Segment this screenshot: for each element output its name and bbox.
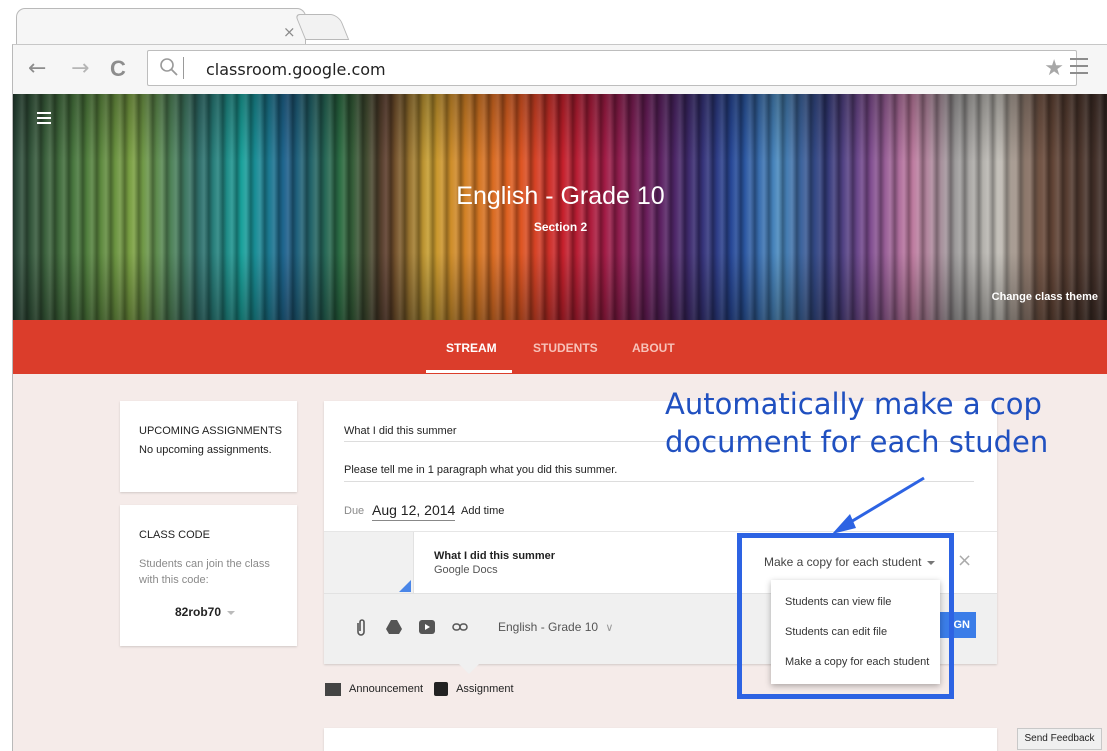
callout-line-1: Automatically make a cop (665, 387, 1042, 421)
reload-icon[interactable]: C (110, 56, 126, 82)
annotation-highlight-box (737, 533, 954, 699)
doc-thumbnail[interactable] (324, 532, 414, 594)
upcoming-heading: UPCOMING ASSIGNMENTS (139, 425, 283, 437)
announcement-icon[interactable] (325, 682, 341, 696)
class-select-text: English - Grade 10 (498, 620, 599, 634)
class-code-heading: CLASS CODE (139, 529, 210, 541)
docs-corner-icon (399, 580, 411, 592)
address-bar[interactable]: classroom.google.com ★ (147, 50, 1077, 86)
change-theme-link[interactable]: Change class theme (992, 291, 1098, 303)
forward-arrow-icon[interactable]: → (71, 56, 89, 81)
assignment-icon[interactable] (434, 682, 449, 696)
browser-tab[interactable]: × (16, 8, 306, 46)
url-text[interactable]: classroom.google.com (206, 60, 386, 79)
announcement-label[interactable]: Announcement (349, 683, 423, 695)
tab-stream[interactable]: STREAM (446, 341, 497, 355)
youtube-icon[interactable] (419, 620, 435, 634)
chevron-down-icon: ∨ (605, 621, 614, 634)
composer-pointer (459, 664, 479, 674)
back-arrow-icon[interactable]: ← (28, 56, 46, 81)
browser-toolbar: ← → C classroom.google.com ★ (12, 44, 1107, 94)
omnibox-separator (183, 57, 184, 79)
search-icon (160, 58, 178, 76)
assignment-label[interactable]: Assignment (456, 683, 513, 695)
due-date-input[interactable]: Aug 12, 2014 (372, 502, 456, 521)
browser-tabstrip: × (0, 0, 1107, 46)
new-tab-button[interactable] (294, 14, 350, 40)
hamburger-menu-icon[interactable] (37, 112, 51, 127)
add-time-link[interactable]: Add time (461, 505, 504, 517)
upcoming-text: No upcoming assignments. (139, 444, 272, 456)
stream-post-card (324, 728, 997, 751)
bookmark-star-icon[interactable]: ★ (1044, 56, 1064, 81)
class-title: English - Grade 10 (456, 182, 665, 210)
assignment-title-input[interactable]: What I did this summer (344, 425, 456, 437)
tab-students[interactable]: STUDENTS (533, 341, 598, 355)
link-icon[interactable] (452, 623, 468, 631)
due-label: Due (344, 505, 365, 517)
google-drive-icon[interactable] (386, 620, 402, 634)
paperclip-icon[interactable] (354, 618, 368, 638)
class-code-text: 82rob70 (175, 605, 222, 619)
class-tabbar: STREAM STUDENTS ABOUT (13, 320, 1107, 374)
class-code-card: CLASS CODE Students can join the class w… (120, 505, 297, 646)
post-type-row: Announcement Assignment (325, 682, 514, 696)
upcoming-assignments-card: UPCOMING ASSIGNMENTS No upcoming assignm… (120, 401, 297, 492)
class-code-desc-2: with this code: (139, 574, 209, 586)
remove-attachment-icon[interactable]: × (957, 550, 972, 571)
annotation-arrow-icon (832, 476, 925, 534)
chevron-down-icon (227, 610, 236, 615)
send-feedback-button[interactable]: Send Feedback (1017, 728, 1102, 750)
class-code-desc-1: Students can join the class (139, 558, 270, 570)
attachment-title[interactable]: What I did this summer (434, 550, 555, 562)
active-tab-indicator (426, 370, 512, 373)
browser-menu-icon[interactable] (1070, 58, 1088, 79)
assignment-description-input[interactable]: Please tell me in 1 paragraph what you d… (344, 464, 617, 476)
class-select[interactable]: English - Grade 10 ∨ (498, 620, 613, 634)
tab-close-icon[interactable]: × (283, 23, 296, 41)
tab-about[interactable]: ABOUT (632, 341, 675, 355)
class-section: Section 2 (533, 220, 588, 234)
class-banner: English - Grade 10 Section 2 Change clas… (13, 94, 1107, 320)
callout-line-2: document for each studen (665, 425, 1049, 459)
annotation-callout: Automatically make a cop document for ea… (665, 385, 1048, 461)
attachment-type: Google Docs (434, 564, 498, 576)
class-code-value[interactable]: 82rob70 (175, 605, 236, 619)
